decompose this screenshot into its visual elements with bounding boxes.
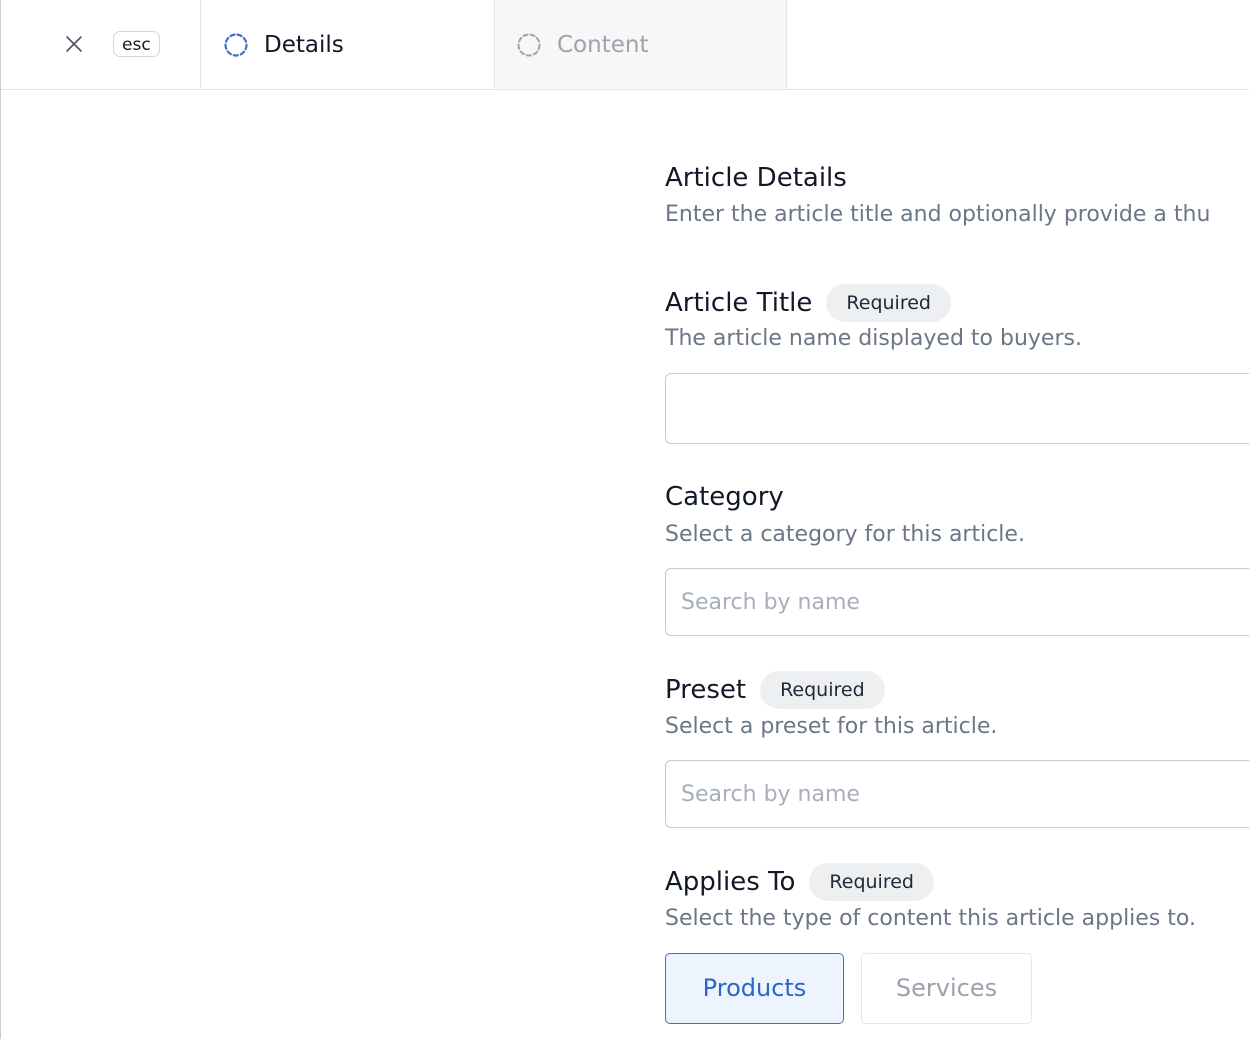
article-title-help: The article name displayed to buyers.: [665, 326, 1082, 351]
tab-content[interactable]: Content: [495, 0, 787, 89]
tab-details-label: Details: [264, 31, 344, 58]
required-badge: Required: [826, 284, 951, 322]
article-title-input[interactable]: [665, 373, 1249, 444]
close-area: esc: [1, 0, 201, 89]
category-label: Category: [665, 482, 784, 512]
applies-to-label: Applies To Required: [665, 863, 934, 901]
applies-to-products-button[interactable]: Products: [665, 953, 844, 1024]
applies-to-help: Select the type of content this article …: [665, 906, 1196, 931]
applies-to-label-text: Applies To: [665, 867, 796, 897]
close-icon[interactable]: [64, 34, 84, 54]
top-bar: esc Details Content: [1, 0, 1249, 90]
preset-label: Preset Required: [665, 671, 885, 709]
dashed-circle-icon: [224, 32, 248, 57]
applies-to-services-button[interactable]: Services: [861, 953, 1032, 1024]
esc-key-hint: esc: [113, 31, 160, 57]
dashed-circle-icon: [517, 33, 541, 56]
article-title-label: Article Title Required: [665, 284, 951, 322]
article-title-label-text: Article Title: [665, 288, 813, 318]
article-editor: esc Details Content Article Details Ente…: [0, 0, 1249, 1039]
preset-label-text: Preset: [665, 675, 747, 705]
category-search-input[interactable]: [665, 568, 1249, 636]
section-title: Article Details: [665, 163, 847, 193]
section-description: Enter the article title and optionally p…: [665, 202, 1211, 227]
tab-content-label: Content: [557, 31, 649, 58]
preset-help: Select a preset for this article.: [665, 714, 998, 739]
required-badge: Required: [809, 863, 934, 901]
category-label-text: Category: [665, 482, 784, 512]
tab-details[interactable]: Details: [201, 0, 495, 89]
preset-search-input[interactable]: [665, 760, 1249, 828]
required-badge: Required: [760, 671, 885, 709]
category-help: Select a category for this article.: [665, 522, 1025, 547]
